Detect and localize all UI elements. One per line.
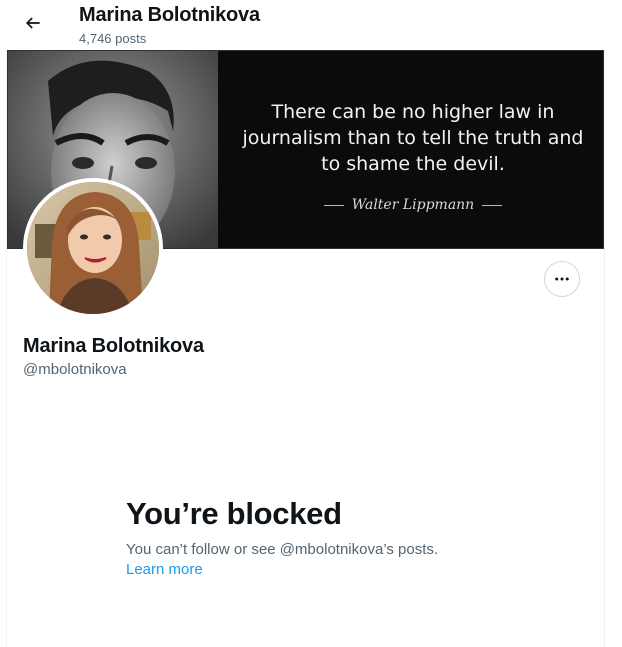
arrow-left-icon	[25, 17, 40, 29]
quote-dash-left	[323, 204, 344, 206]
avatar-photo	[27, 182, 159, 314]
banner-quote-author-row: Walter Lippmann	[238, 197, 588, 213]
header-title: Marina Bolotnikova	[79, 4, 260, 26]
more-dots-icon	[555, 277, 569, 281]
banner-quote: There can be no higher law in journalism…	[242, 101, 584, 175]
banner-quote-author: Walter Lippmann	[351, 197, 475, 213]
blocked-description: You can’t follow or see @mbolotnikova’s …	[126, 541, 439, 558]
more-options-button[interactable]	[544, 261, 580, 297]
quote-dash-right	[482, 204, 503, 206]
profile-header: Marina Bolotnikova 4,746 posts	[0, 0, 622, 50]
back-button[interactable]	[16, 6, 50, 40]
learn-more-link[interactable]: Learn more	[126, 561, 203, 578]
post-count: 4,746 posts	[79, 31, 147, 46]
profile-display-name: Marina Bolotnikova	[23, 335, 204, 357]
profile-handle: @mbolotnikova	[23, 361, 127, 378]
profile-avatar[interactable]	[23, 178, 163, 318]
blocked-heading: You’re blocked	[126, 496, 342, 531]
